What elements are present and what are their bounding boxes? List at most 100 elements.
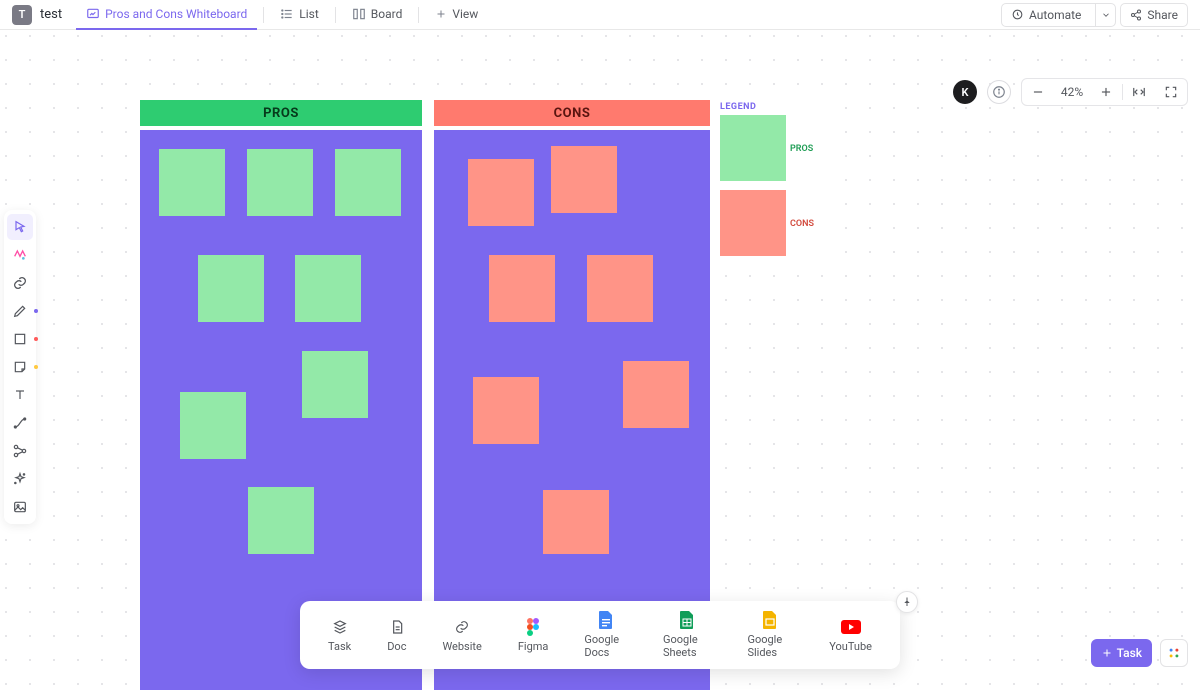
tool-text[interactable] [7,382,33,408]
share-icon [1130,9,1142,21]
tab-label: Board [371,7,403,21]
zoom-out-button[interactable] [1022,78,1054,106]
separator [335,7,336,23]
legend-swatch-pros[interactable] [720,115,786,181]
legend-label-pros: PROS [790,144,813,154]
insert-gslides[interactable]: Google Slides [729,607,811,663]
list-icon [280,7,294,21]
zoom-in-button[interactable] [1090,78,1122,106]
cons-sticky[interactable] [623,361,689,428]
gsheets-icon [680,611,694,629]
pros-sticky[interactable] [248,487,314,554]
pros-sticky[interactable] [180,392,246,459]
automate-label: Automate [1029,8,1081,22]
left-toolbar [4,210,36,524]
pros-sticky[interactable] [198,255,264,322]
pros-sticky[interactable] [295,255,361,322]
pin-button[interactable] [896,591,918,613]
insert-label: Website [442,640,481,653]
add-view-label: View [452,7,478,21]
apps-button[interactable] [1160,639,1188,667]
board-icon [352,7,366,21]
top-bar: T test Pros and Cons Whiteboard List Boa… [0,0,1200,30]
doc-icon [389,618,405,636]
tab-list[interactable]: List [270,0,329,30]
fit-width-button[interactable] [1123,78,1155,106]
tab-label: List [299,7,319,21]
task-icon [332,618,348,636]
color-dot [34,337,38,341]
youtube-icon [841,618,861,636]
pros-sticky[interactable] [247,149,313,216]
insert-label: Task [328,640,351,653]
tab-whiteboard[interactable]: Pros and Cons Whiteboard [76,0,257,30]
automate-icon [1011,8,1024,21]
tool-connector[interactable] [7,410,33,436]
legend-label-cons: CONS [790,219,814,229]
insert-gsheets[interactable]: Google Sheets [645,607,729,663]
pros-sticky[interactable] [159,149,225,216]
info-button[interactable] [987,80,1011,104]
insert-figma[interactable]: Figma [500,614,567,657]
insert-label: Google Slides [747,633,793,659]
insert-label: Google Docs [584,633,627,659]
insert-website[interactable]: Website [424,614,499,657]
fullscreen-button[interactable] [1155,78,1187,106]
cons-sticky[interactable] [489,255,555,322]
tool-pen[interactable] [7,298,33,324]
website-icon [454,618,470,636]
tool-diagram[interactable] [7,438,33,464]
plus-icon [435,8,447,20]
gdocs-icon [599,611,613,629]
share-button[interactable]: Share [1120,3,1188,27]
workspace-avatar[interactable]: T [12,5,32,25]
insert-label: Google Sheets [663,633,711,659]
workspace-name[interactable]: test [40,7,62,22]
separator [263,7,264,23]
tab-label: Pros and Cons Whiteboard [105,7,247,21]
insert-label: YouTube [829,640,872,653]
bottom-right-controls: Task [1091,639,1188,667]
tool-sticky[interactable] [7,354,33,380]
separator [418,7,419,23]
task-fab-label: Task [1117,646,1142,660]
tool-pointer[interactable] [7,214,33,240]
insert-doc[interactable]: Doc [369,614,424,657]
cons-sticky[interactable] [468,159,534,226]
gslides-icon [763,611,777,629]
zoom-controls: 42% [1021,78,1188,106]
whiteboard-icon [86,7,100,21]
canvas-controls: K 42% [953,78,1188,106]
pros-header[interactable]: PROS [140,100,422,126]
share-label: Share [1147,8,1178,22]
add-view-button[interactable]: View [425,0,488,30]
tool-shape[interactable] [7,326,33,352]
cons-sticky[interactable] [543,490,609,554]
legend-swatch-cons[interactable] [720,190,786,256]
cons-sticky[interactable] [473,377,539,444]
tab-board[interactable]: Board [342,0,413,30]
figma-icon [527,618,539,636]
tool-link[interactable] [7,270,33,296]
new-task-button[interactable]: Task [1091,639,1152,667]
insert-gdocs[interactable]: Google Docs [566,607,645,663]
zoom-value[interactable]: 42% [1054,85,1090,99]
insert-label: Doc [387,640,406,653]
tool-ai[interactable] [7,242,33,268]
cons-header[interactable]: CONS [434,100,710,126]
chevron-down-icon[interactable] [1095,4,1115,26]
cons-sticky[interactable] [551,146,617,213]
user-avatar[interactable]: K [953,80,977,104]
pros-sticky[interactable] [302,351,368,418]
tool-sparkle[interactable] [7,466,33,492]
insert-bar: Task Doc Website Figma Google Docs Googl… [300,601,900,669]
tool-image[interactable] [7,494,33,520]
whiteboard-canvas[interactable]: PROS CONS LEGEND PROS CONS K 42% [0,30,1200,685]
insert-task[interactable]: Task [310,614,369,657]
automate-button[interactable]: Automate [1001,3,1116,27]
color-dot [34,365,38,369]
insert-label: Figma [518,640,549,653]
cons-sticky[interactable] [587,255,653,322]
pros-sticky[interactable] [335,149,401,216]
insert-youtube[interactable]: YouTube [811,614,890,657]
